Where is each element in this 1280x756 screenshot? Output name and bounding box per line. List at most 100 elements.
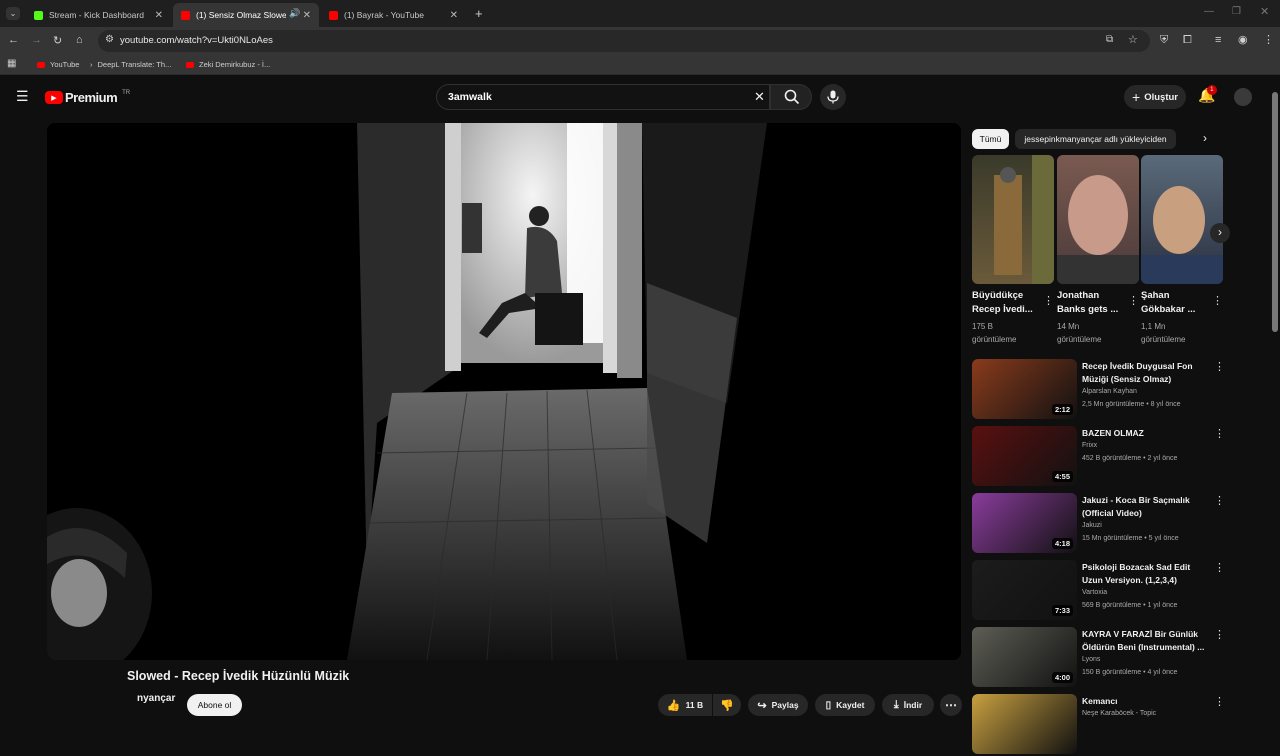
minimize-icon[interactable]: — — [1204, 6, 1214, 17]
video-item-title[interactable]: Jakuzi - Koca Bir Saçmalık (Official Vid… — [1082, 494, 1206, 520]
video-player[interactable] — [47, 123, 961, 660]
youtube-premium-logo[interactable]: ▶ Premium TR — [45, 90, 130, 105]
hamburger-menu-icon[interactable]: ☰ — [16, 88, 29, 105]
more-vert-icon[interactable]: ⋮ — [1214, 494, 1225, 507]
subscribe-button[interactable]: Abone ol — [187, 694, 242, 716]
chevron-right-icon[interactable]: › — [1203, 131, 1207, 145]
voice-search-button[interactable] — [820, 84, 846, 110]
video-item-title[interactable]: Recep İvedik Duygusal Fon Müziği (Sensiz… — [1082, 360, 1206, 386]
chip-all[interactable]: Tümü — [972, 129, 1009, 149]
speaker-icon[interactable]: 🔊 — [289, 8, 300, 19]
close-icon[interactable]: ✕ — [450, 10, 458, 21]
video-thumbnail[interactable]: 2:12 — [972, 359, 1077, 419]
forward-icon[interactable]: → — [31, 34, 42, 46]
tab-kick-dashboard[interactable]: Stream - Kick Dashboard ✕ — [26, 3, 171, 27]
more-vert-icon[interactable]: ⋮ — [1214, 561, 1225, 574]
related-video-item[interactable]: 4:00 KAYRA V FARAZİ Bir Günlük Öldürün Be… — [972, 627, 1225, 689]
video-thumbnail[interactable] — [972, 694, 1077, 754]
install-app-icon[interactable]: ⧉ — [1106, 34, 1113, 45]
browser-toolbar: ← → ↻ ⌂ ⚙ youtube.com/watch?v=Ukti0NLoAe… — [0, 27, 1280, 55]
window-close-icon[interactable]: ✕ — [1260, 5, 1269, 18]
short-thumbnail[interactable] — [1141, 155, 1223, 284]
bookmark-youtube[interactable]: YouTube — [37, 60, 79, 69]
share-button[interactable]: ↪ Paylaş — [748, 694, 808, 716]
tab-list-chevron-icon[interactable]: ⌄ — [6, 7, 20, 20]
related-video-item[interactable]: 7:33 Psikoloji Bozacak Sad Edit Uzun Vers… — [972, 560, 1225, 622]
search-input[interactable]: 3amwalk ✕ — [436, 84, 770, 110]
short-thumbnail[interactable] — [1057, 155, 1139, 284]
more-vert-icon[interactable]: ⋮ — [1214, 427, 1225, 440]
more-vert-icon[interactable]: ⋮ — [1212, 294, 1223, 307]
clear-search-icon[interactable]: ✕ — [754, 89, 765, 105]
more-vert-icon[interactable]: ⋮ — [1214, 695, 1225, 708]
more-actions-button[interactable]: ⋯ — [940, 694, 962, 716]
bookmark-star-icon[interactable]: ☆ — [1128, 33, 1138, 46]
video-item-title[interactable]: Psikoloji Bozacak Sad Edit Uzun Versiyon… — [1082, 561, 1206, 587]
media-control-icon[interactable]: ≡ — [1215, 34, 1221, 46]
notifications-button[interactable]: 🔔 1 — [1198, 85, 1218, 107]
site-info-icon[interactable]: ⚙ — [105, 34, 114, 45]
video-item-channel[interactable]: Jakuzi — [1082, 522, 1102, 529]
url-text[interactable]: youtube.com/watch?v=Ukti0NLoAes — [120, 35, 273, 46]
related-video-item[interactable]: Kemancı Neşe Karaböcek - Topic ⋮ — [972, 694, 1225, 756]
back-icon[interactable]: ← — [8, 34, 19, 46]
video-item-title[interactable]: BAZEN OLMAZ — [1082, 427, 1206, 440]
bookmark-deepl[interactable]: › DeepL Translate: Th... — [90, 60, 171, 69]
more-horizontal-icon: ⋯ — [945, 698, 957, 712]
close-icon[interactable]: ✕ — [303, 10, 311, 21]
create-button[interactable]: + Oluştur — [1124, 85, 1186, 109]
video-item-channel[interactable]: Alparslan Kayhan — [1082, 388, 1137, 395]
short-thumbnail[interactable] — [972, 155, 1054, 284]
more-vert-icon[interactable]: ⋮ — [1043, 294, 1054, 307]
video-title: Slowed - Recep İvedik Hüzünlü Müzik — [127, 669, 350, 683]
video-thumbnail[interactable]: 4:00 — [972, 627, 1077, 687]
channel-name[interactable]: nyançar — [137, 693, 175, 704]
bookmark-zeki[interactable]: Zeki Demirkubuz - İ... — [186, 60, 270, 69]
tab-bayrak[interactable]: (1) Bayrak - YouTube ✕ — [321, 3, 466, 27]
video-item-channel[interactable]: Vartoxia — [1082, 589, 1107, 596]
video-item-title[interactable]: KAYRA V FARAZİ Bir Günlük Öldürün Beni (… — [1082, 628, 1206, 654]
search-icon — [784, 89, 800, 105]
maximize-icon[interactable]: ❐ — [1232, 6, 1241, 17]
close-icon[interactable]: ✕ — [155, 10, 163, 21]
download-button[interactable]: ⤓ İndir — [882, 694, 934, 716]
apps-grid-icon[interactable]: ▦ — [7, 58, 16, 69]
more-vert-icon[interactable]: ⋮ — [1214, 360, 1225, 373]
short-title[interactable]: Büyüdükçe Recep İvedi... — [972, 289, 1042, 317]
video-thumbnail[interactable]: 4:55 — [972, 426, 1077, 486]
video-item-channel[interactable]: Frixx — [1082, 442, 1097, 449]
avatar[interactable] — [1234, 88, 1252, 106]
profile-icon[interactable]: ◉ — [1238, 33, 1248, 46]
scrollbar[interactable] — [1272, 82, 1278, 720]
dislike-button[interactable]: 👎 — [713, 694, 741, 716]
short-item[interactable]: Jonathan Banks gets ... 14 Mn görüntülem… — [1057, 155, 1139, 346]
scrollbar-thumb[interactable] — [1272, 92, 1278, 332]
short-title[interactable]: Jonathan Banks gets ... — [1057, 289, 1127, 317]
video-thumbnail[interactable]: 4:18 — [972, 493, 1077, 553]
search-button[interactable] — [770, 84, 812, 110]
shield-extension-icon[interactable]: ⛨ — [1160, 34, 1168, 47]
reload-icon[interactable]: ↻ — [53, 34, 62, 47]
more-vert-icon[interactable]: ⋮ — [1214, 628, 1225, 641]
tab-sensiz-olmaz[interactable]: (1) Sensiz Olmaz Slowed - R 🔊 ✕ — [173, 3, 319, 27]
short-title[interactable]: Şahan Gökbakar ... — [1141, 289, 1211, 317]
related-video-item[interactable]: 4:18 Jakuzi - Koca Bir Saçmalık (Official… — [972, 493, 1225, 555]
extensions-icon[interactable]: ⧠ — [1183, 34, 1192, 47]
short-item[interactable]: Büyüdükçe Recep İvedi... 175 B görüntüle… — [972, 155, 1054, 346]
save-button[interactable]: ▯ Kaydet — [815, 694, 875, 716]
video-item-channel[interactable]: Lyons — [1082, 656, 1100, 663]
like-button[interactable]: 👍 11 B — [658, 694, 712, 716]
video-thumbnail[interactable]: 7:33 — [972, 560, 1077, 620]
home-icon[interactable]: ⌂ — [76, 34, 83, 46]
related-video-item[interactable]: 4:55 BAZEN OLMAZ Frixx 452 B görüntüleme • … — [972, 426, 1225, 488]
shorts-next-button[interactable]: › — [1210, 223, 1230, 243]
address-bar[interactable]: ⚙ youtube.com/watch?v=Ukti0NLoAes ⧉ ☆ — [98, 30, 1150, 52]
new-tab-icon[interactable]: + — [475, 6, 483, 21]
related-video-item[interactable]: 2:12 Recep İvedik Duygusal Fon Müziği (Se… — [972, 359, 1225, 421]
menu-kebab-icon[interactable]: ⋮ — [1263, 33, 1274, 46]
more-vert-icon[interactable]: ⋮ — [1128, 294, 1139, 307]
chip-uploader[interactable]: jessepinkmanyançar adlı yükleyiciden — [1015, 129, 1176, 149]
short-item[interactable]: Şahan Gökbakar ... 1,1 Mn görüntüleme ⋮ — [1141, 155, 1223, 346]
video-item-title[interactable]: Kemancı — [1082, 695, 1206, 708]
video-item-channel[interactable]: Neşe Karaböcek - Topic — [1082, 710, 1156, 717]
